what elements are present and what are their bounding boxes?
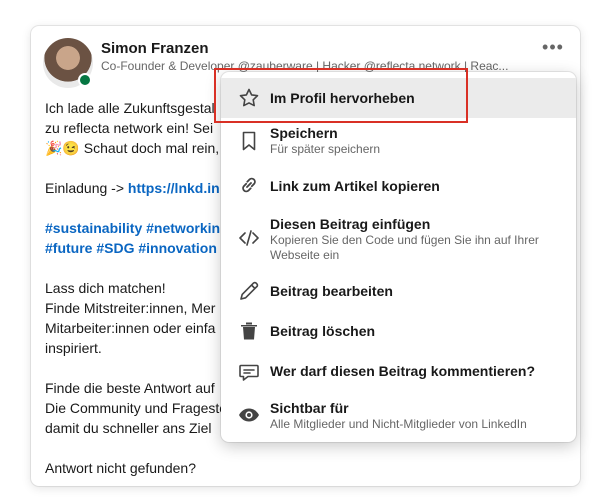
menu-item-label: Beitrag löschen [270, 323, 376, 339]
menu-item-sublabel: Kopieren Sie den Code und fügen Sie ihn … [270, 233, 539, 262]
menu-item-label: Speichern [270, 125, 338, 141]
invite-link[interactable]: https://lnkd.in [128, 180, 220, 196]
menu-item-embed-post[interactable]: Diesen Beitrag einfügen Kopieren Sie den… [221, 206, 576, 268]
invite-label: Einladung -> [45, 180, 128, 196]
menu-item-save[interactable]: Speichern Für später speichern [221, 118, 576, 164]
menu-item-label: Im Profil hervorheben [270, 90, 415, 106]
online-status-icon [78, 73, 92, 87]
menu-item-label: Sichtbar für [270, 400, 349, 416]
menu-item-sublabel: Alle Mitglieder und Nicht-Mitglieder von… [270, 417, 527, 431]
menu-item-edit-post[interactable]: Beitrag bearbeiten [221, 270, 576, 312]
menu-item-sublabel: Für später speichern [270, 142, 381, 156]
bookmark-icon [237, 129, 261, 153]
author-name[interactable]: Simon Franzen [101, 40, 209, 57]
menu-item-label: Beitrag bearbeiten [270, 283, 393, 299]
trash-icon [237, 319, 261, 343]
pencil-icon [237, 279, 261, 303]
link-icon [237, 173, 261, 197]
menu-item-label: Link zum Artikel kopieren [270, 178, 440, 194]
eye-icon [237, 403, 261, 427]
author-headline: Co-Founder & Developer @zauberware | Hac… [101, 59, 509, 73]
post-options-menu: Im Profil hervorheben Speichern Für spät… [221, 72, 576, 442]
post-text-line: Antwort nicht gefunden? [45, 460, 196, 476]
code-icon [237, 226, 261, 250]
comment-icon [237, 360, 261, 384]
menu-item-comment-settings[interactable]: Wer darf diesen Beitrag kommentieren? [221, 352, 576, 392]
star-icon [237, 86, 261, 110]
menu-item-label: Diesen Beitrag einfügen [270, 216, 431, 232]
menu-item-delete-post[interactable]: Beitrag löschen [221, 312, 576, 352]
menu-item-feature-on-profile[interactable]: Im Profil hervorheben [221, 78, 576, 118]
menu-item-label: Wer darf diesen Beitrag kommentieren? [270, 363, 536, 379]
menu-item-visibility[interactable]: Sichtbar für Alle Mitglieder und Nicht-M… [221, 392, 576, 438]
menu-item-copy-link[interactable]: Link zum Artikel kopieren [221, 164, 576, 206]
more-options-button[interactable]: ••• [537, 36, 569, 60]
